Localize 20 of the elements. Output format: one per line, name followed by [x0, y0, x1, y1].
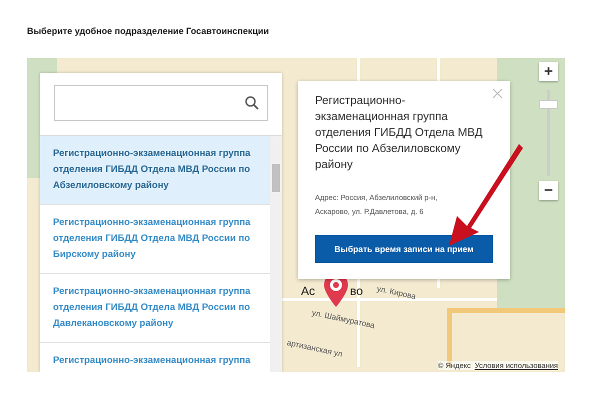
search-icon — [245, 96, 259, 110]
street-label: артизанская ул — [286, 338, 344, 359]
search-field[interactable] — [54, 85, 268, 121]
street-label: ул. Кирова — [376, 284, 417, 302]
popup-title: Регистрационно-экзаменационная группа отделения ГИБДД Отдела МВД России по Абзелиловскому району — [315, 94, 484, 173]
scrollbar[interactable] — [270, 136, 282, 372]
town-label: Ас — [301, 284, 316, 298]
scrollbar-thumb[interactable] — [272, 164, 280, 192]
office-list-item[interactable]: Регистрационно-экзаменационная группа отделения ГИБДД Отдела МВД России по Бирскому району — [40, 205, 270, 274]
map-background[interactable] — [27, 58, 565, 372]
town-label: во — [350, 284, 363, 298]
zoom-in-button[interactable]: + — [539, 62, 558, 81]
zoom-slider-handle[interactable] — [539, 100, 558, 109]
office-list-item[interactable]: Регистрационно-экзаменационная группа — [40, 343, 270, 372]
section-heading: Выберите удобное подразделение Госавтоинспекции — [27, 26, 270, 36]
office-list-item[interactable]: Регистрационно-экзаменационная группа отделения ГИБДД Отдела МВД России по Давлекановскому району — [40, 274, 270, 343]
office-list-item[interactable]: Регистрационно-экзаменационная группа отделения ГИБДД Отдела МВД России по Абзелиловскому району — [40, 136, 270, 205]
close-icon[interactable] — [493, 89, 502, 98]
zoom-out-button[interactable]: − — [539, 181, 558, 200]
book-time-button[interactable]: Выбрать время записи на прием — [315, 235, 493, 263]
